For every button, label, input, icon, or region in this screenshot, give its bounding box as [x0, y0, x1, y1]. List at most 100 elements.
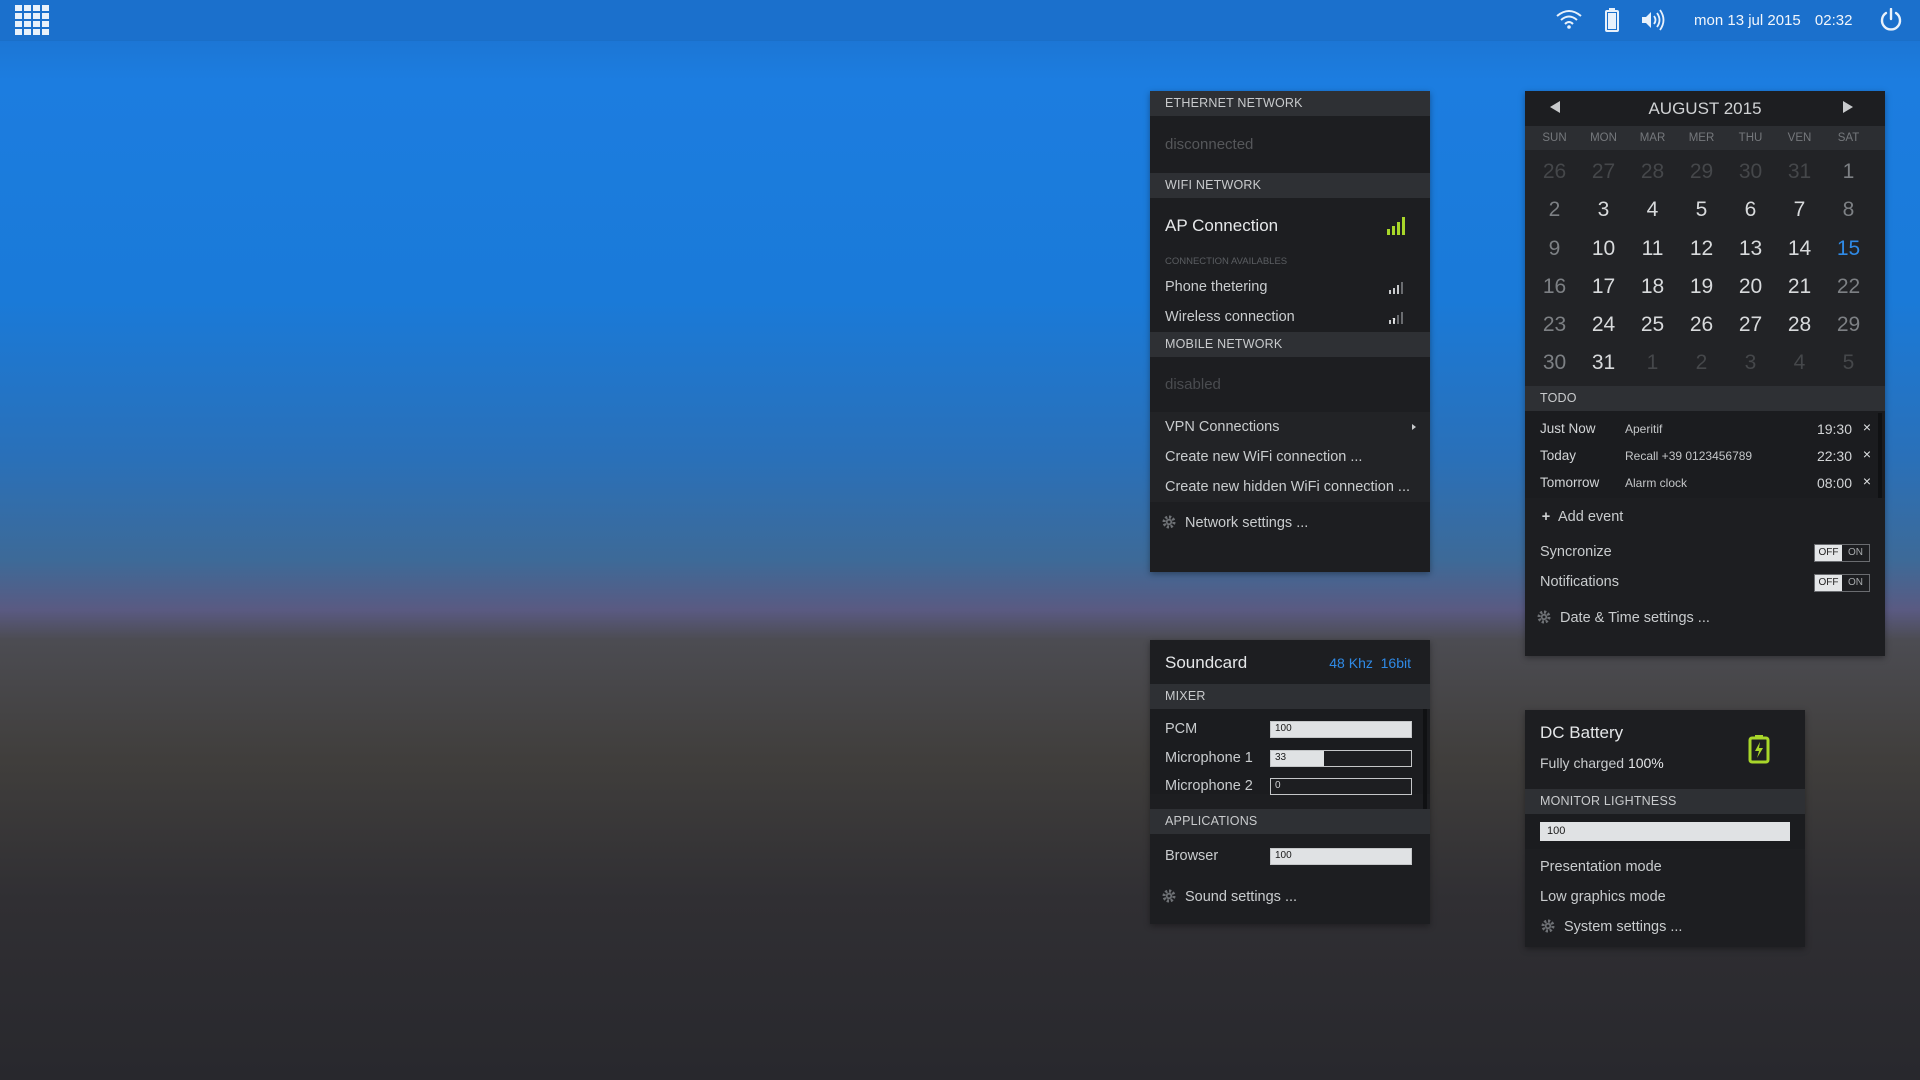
system-settings-item[interactable]: System settings ... [1525, 912, 1805, 942]
wifi-icon[interactable] [1556, 9, 1582, 29]
add-event-button[interactable]: + Add event [1525, 498, 1885, 537]
calendar-day[interactable]: 6 [1726, 191, 1775, 229]
calendar-day[interactable]: 21 [1775, 268, 1824, 306]
todo-what: Aperitif [1625, 422, 1663, 436]
vpn-connections-item[interactable]: VPN Connections [1150, 412, 1430, 442]
wifi-header: WIFI NETWORK [1150, 173, 1430, 198]
clock[interactable]: mon 13 jul 2015 02:32 [1694, 12, 1862, 29]
calendar-day[interactable]: 20 [1726, 268, 1775, 306]
applications-header: APPLICATIONS [1150, 809, 1430, 834]
calendar-day[interactable]: 25 [1628, 306, 1677, 344]
create-wifi-item[interactable]: Create new WiFi connection ... [1150, 442, 1430, 472]
calendar-day[interactable]: 31 [1579, 344, 1628, 382]
available-connection-wireless[interactable]: Wireless connection ? [1150, 302, 1430, 332]
calendar-day[interactable]: 5 [1824, 344, 1873, 382]
calendar-day[interactable]: 9 [1530, 230, 1579, 268]
volume-icon[interactable] [1640, 9, 1666, 31]
remove-todo-icon[interactable]: × [1863, 473, 1871, 489]
chevron-right-icon [1412, 424, 1416, 430]
plus-icon: + [1541, 509, 1551, 525]
battery-status-text: Fully charged [1540, 755, 1625, 771]
volume-slider[interactable]: 33 [1270, 750, 1412, 767]
calendar-day[interactable]: 17 [1579, 268, 1628, 306]
calendar-day[interactable]: 27 [1726, 306, 1775, 344]
calendar-day[interactable]: 26 [1530, 153, 1579, 191]
top-bar: mon 13 jul 2015 02:32 [0, 0, 1920, 40]
calendar-day[interactable]: 4 [1628, 191, 1677, 229]
create-hidden-wifi-item[interactable]: Create new hidden WiFi connection ... [1150, 472, 1430, 502]
calendar-day[interactable]: 11 [1628, 230, 1677, 268]
datetime-settings-item[interactable]: Date & Time settings ... [1525, 597, 1885, 639]
todo-header: TODO [1525, 386, 1885, 411]
clock-time: 02:32 [1814, 12, 1853, 29]
calendar-day[interactable]: 4 [1775, 344, 1824, 382]
network-settings-item[interactable]: Network settings ... [1150, 502, 1430, 544]
gear-icon [1541, 919, 1555, 933]
calendar-day[interactable]: 29 [1677, 153, 1726, 191]
calendar-day[interactable]: 22 [1824, 268, 1873, 306]
weekday-label: MER [1688, 132, 1715, 144]
active-wifi-connection[interactable]: AP Connection [1150, 198, 1430, 254]
calendar-day[interactable]: 14 [1775, 230, 1824, 268]
volume-slider[interactable]: 100 [1270, 721, 1412, 738]
soundcard-header: Soundcard 48 Khz 16bit [1150, 640, 1430, 684]
todo-item[interactable]: Today Recall +39 0123456789 22:30 × [1525, 442, 1885, 469]
calendar-day[interactable]: 29 [1824, 306, 1873, 344]
calendar-day[interactable]: 30 [1530, 344, 1579, 382]
toggle-on-label: ON [1848, 577, 1863, 588]
calendar-day[interactable]: 23 [1530, 306, 1579, 344]
calendar-day[interactable]: 13 [1726, 230, 1775, 268]
calendar-day[interactable]: 28 [1775, 306, 1824, 344]
remove-todo-icon[interactable]: × [1863, 446, 1871, 462]
calendar-day[interactable]: 28 [1628, 153, 1677, 191]
system-settings-label: System settings ... [1564, 919, 1683, 935]
ethernet-status: disconnected [1165, 136, 1254, 153]
calendar-day[interactable]: 12 [1677, 230, 1726, 268]
low-graphics-mode-item[interactable]: Low graphics mode [1525, 882, 1805, 912]
calendar-day[interactable]: 19 [1677, 268, 1726, 306]
syncronize-toggle[interactable]: OFF ON [1814, 544, 1870, 562]
calendar-day[interactable]: 30 [1726, 153, 1775, 191]
calendar-day[interactable]: 27 [1579, 153, 1628, 191]
todo-list: Just Now Aperitif 19:30 × Today Recall +… [1525, 411, 1885, 498]
app-launcher-grid-icon[interactable] [15, 5, 49, 35]
sound-settings-item[interactable]: Sound settings ... [1150, 878, 1430, 916]
channel-label: PCM [1165, 721, 1198, 737]
calendar-day[interactable]: 3 [1579, 191, 1628, 229]
lightness-slider[interactable]: 100 [1540, 822, 1790, 841]
volume-slider[interactable]: 100 [1270, 848, 1412, 865]
calendar-day[interactable]: 8 [1824, 191, 1873, 229]
volume-slider[interactable]: 0 [1270, 778, 1412, 795]
gear-icon [1162, 889, 1176, 903]
calendar-day[interactable]: 24 [1579, 306, 1628, 344]
notifications-toggle[interactable]: OFF ON [1814, 574, 1870, 592]
weekday-header: SUN MON MAR MER THU VEN SAT [1525, 126, 1885, 150]
calendar-day[interactable]: 31 [1775, 153, 1824, 191]
todo-item[interactable]: Just Now Aperitif 19:30 × [1525, 415, 1885, 442]
calendar-day[interactable]: 5 [1677, 191, 1726, 229]
power-icon[interactable] [1879, 8, 1903, 32]
remove-todo-icon[interactable]: × [1863, 419, 1871, 435]
calendar-day[interactable]: 2 [1677, 344, 1726, 382]
calendar-day[interactable]: 16 [1530, 268, 1579, 306]
calendar-day[interactable]: 1 [1824, 153, 1873, 191]
calendar-day[interactable]: 3 [1726, 344, 1775, 382]
calendar-day[interactable]: 1 [1628, 344, 1677, 382]
calendar-day[interactable]: 2 [1530, 191, 1579, 229]
calendar-day[interactable]: 10 [1579, 230, 1628, 268]
calendar-header: AUGUST 2015 [1525, 91, 1885, 126]
calendar-day[interactable]: 18 [1628, 268, 1677, 306]
battery-percent: 100% [1627, 755, 1664, 771]
slider-fill [1271, 722, 1411, 737]
vpn-connections-label: VPN Connections [1165, 419, 1280, 435]
battery-icon[interactable] [1605, 8, 1619, 32]
todo-item[interactable]: Tomorrow Alarm clock 08:00 × [1525, 469, 1885, 496]
calendar-day-highlighted[interactable]: 15 [1824, 230, 1873, 268]
calendar-day[interactable]: 7 [1775, 191, 1824, 229]
toggle-off-label: OFF [1815, 575, 1842, 591]
next-month-icon[interactable] [1843, 101, 1853, 113]
available-connection-phone[interactable]: Phone thetering [1150, 272, 1430, 302]
presentation-mode-item[interactable]: Presentation mode [1525, 852, 1805, 882]
mixer-channel: PCM 100 [1150, 721, 1430, 741]
calendar-day[interactable]: 26 [1677, 306, 1726, 344]
